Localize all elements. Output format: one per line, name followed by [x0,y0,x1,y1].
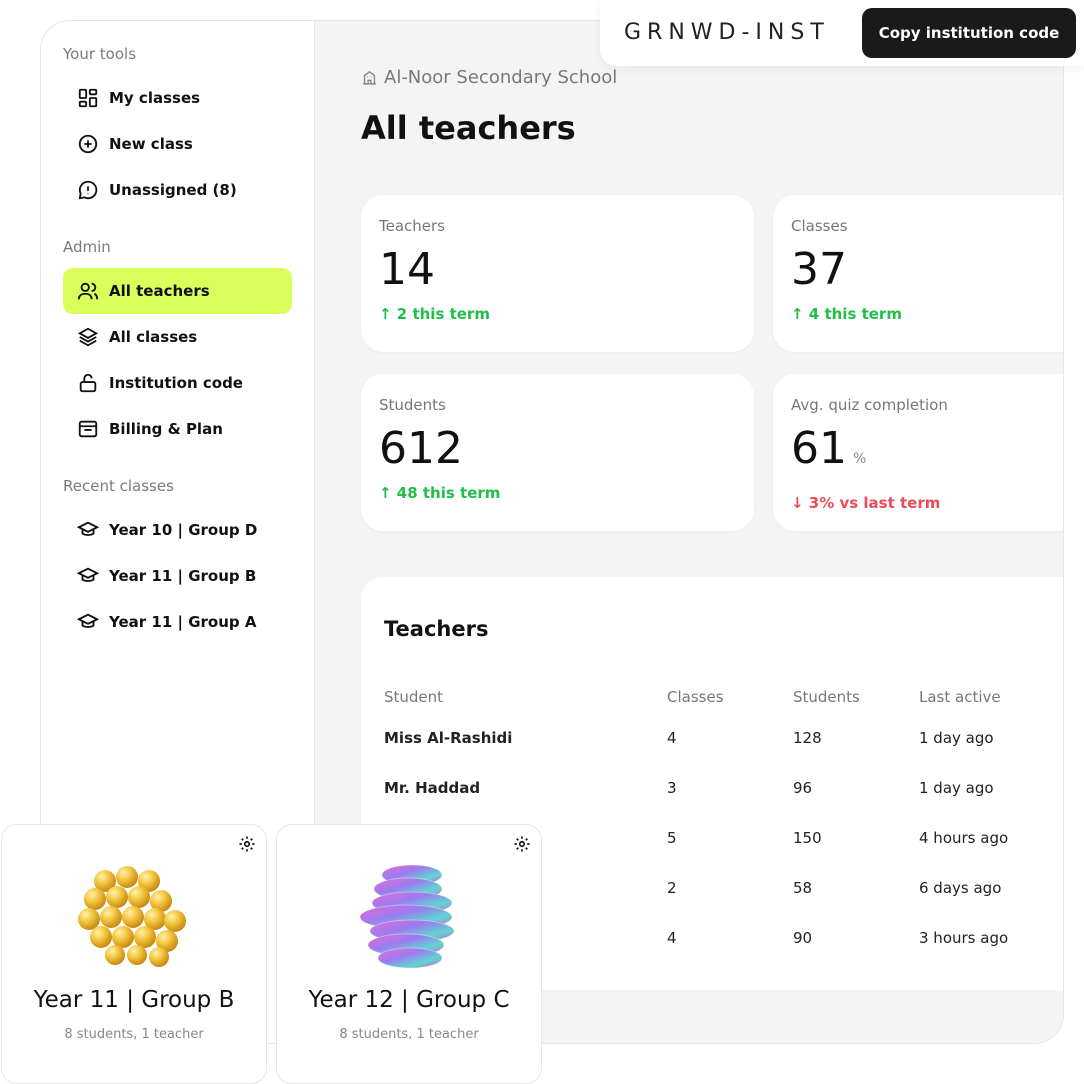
school-breadcrumb: Al-Noor Secondary School [361,67,617,88]
sidebar-item-recent-class[interactable]: Year 11 | Group B [63,553,292,599]
layers-icon [77,327,99,347]
cell-students: 96 [793,779,813,797]
table-row[interactable]: Miss Al-Rashidi 4 128 1 day ago [384,713,1063,763]
alert-message-icon [78,180,98,200]
institution-code-bar: GRNWD-INST Copy institution code [600,0,1084,66]
sidebar-item-unassigned[interactable]: Unassigned (8) [63,167,292,213]
sidebar-item-billing[interactable]: Billing & Plan [63,406,292,452]
sidebar-item-label: Year 11 | Group B [109,567,257,585]
stat-value: 14 [379,244,435,295]
cell-teacher: Miss Al-Rashidi [384,729,513,747]
class-card-meta: 8 students, 1 teacher [339,1027,479,1042]
cell-last-active: 3 hours ago [919,929,1009,947]
sidebar-item-institution-code[interactable]: Institution code [63,360,292,406]
class-card-meta: 8 students, 1 teacher [64,1027,204,1042]
cell-students: 90 [793,929,813,947]
cell-classes: 3 [667,779,677,797]
sidebar-item-label: Unassigned (8) [109,181,237,199]
cell-classes: 4 [667,929,677,947]
stat-card-quiz-completion: Avg. quiz completion 61% ↓ 3% vs last te… [773,374,1063,531]
sidebar-item-all-classes[interactable]: All classes [63,314,292,360]
column-header: Last active [919,688,1001,706]
sidebar-item-label: All teachers [109,282,210,300]
sidebar-item-label: Billing & Plan [109,420,223,438]
users-icon [77,282,99,300]
stat-delta: ↑ 48 this term [379,484,501,502]
stat-unit: % [853,451,867,467]
sidebar-item-recent-class[interactable]: Year 11 | Group A [63,599,292,645]
institution-code: GRNWD-INST [624,20,830,45]
stat-value: 37 [791,244,847,295]
cell-last-active: 1 day ago [919,779,994,797]
section-label-tools: Your tools [63,45,137,63]
stat-value: 612 [379,423,463,474]
stat-label: Students [379,396,446,414]
cell-classes: 2 [667,879,677,897]
cell-students: 58 [793,879,813,897]
copy-institution-code-button[interactable]: Copy institution code [862,8,1076,58]
graduation-cap-icon [77,613,99,628]
table-header-row: Student Classes Students Last active [384,681,1063,713]
sidebar-item-label: New class [109,135,193,153]
sidebar-item-new-class[interactable]: New class [63,121,292,167]
golden-spheres-art [78,866,186,967]
stat-value: 61% [791,423,867,474]
class-card-name: Year 11 | Group B [33,987,235,1013]
school-name: Al-Noor Secondary School [384,67,618,88]
sidebar-item-all-teachers[interactable]: All teachers [63,268,292,314]
class-card[interactable]: Year 11 | Group B 8 students, 1 teacher [1,824,267,1084]
section-label-recent: Recent classes [63,477,174,495]
stat-delta: ↑ 2 this term [379,305,490,323]
cell-students: 150 [793,829,822,847]
stat-delta: ↑ 4 this term [791,305,902,323]
sidebar-item-my-classes[interactable]: My classes [63,75,292,121]
stat-label: Classes [791,217,848,235]
graduation-cap-icon [77,521,99,536]
grid-icon [78,88,98,108]
iridescent-twisted-shape-art [359,864,455,969]
sidebar-item-label: All classes [109,328,198,346]
gear-icon[interactable] [513,835,531,853]
section-label-admin: Admin [63,238,111,256]
cell-classes: 4 [667,729,677,747]
stat-label: Avg. quiz completion [791,396,948,414]
page-title: All teachers [361,109,576,147]
cell-last-active: 4 hours ago [919,829,1009,847]
sidebar-item-label: Institution code [109,374,243,392]
building-icon [363,70,376,85]
table-title: Teachers [384,617,489,641]
cell-teacher: Mr. Haddad [384,779,481,797]
class-card-name: Year 12 | Group C [308,987,510,1013]
stat-card-students: Students 612 ↑ 48 this term [361,374,754,531]
sidebar-item-label: Year 10 | Group D [109,521,258,539]
sidebar-item-label: Year 11 | Group A [109,613,257,631]
sidebar-item-label: My classes [109,89,201,107]
gear-icon[interactable] [238,835,256,853]
sidebar-item-recent-class[interactable]: Year 10 | Group D [63,507,292,553]
stat-label: Teachers [379,217,445,235]
column-header: Students [793,688,860,706]
column-header: Student [384,688,444,706]
graduation-cap-icon [77,567,99,582]
unlock-icon [79,373,97,393]
stat-card-classes: Classes 37 ↑ 4 this term [773,195,1063,352]
plus-circle-icon [78,134,98,154]
cell-last-active: 6 days ago [919,879,1002,897]
table-row[interactable]: Mr. Haddad 3 96 1 day ago [384,763,1063,813]
cell-classes: 5 [667,829,677,847]
column-header: Classes [667,688,724,706]
class-card[interactable]: Year 12 | Group C 8 students, 1 teacher [276,824,542,1084]
cell-last-active: 1 day ago [919,729,994,747]
stat-delta: ↓ 3% vs last term [791,494,941,512]
archive-icon [78,420,98,438]
stat-card-teachers: Teachers 14 ↑ 2 this term [361,195,754,352]
cell-students: 128 [793,729,822,747]
